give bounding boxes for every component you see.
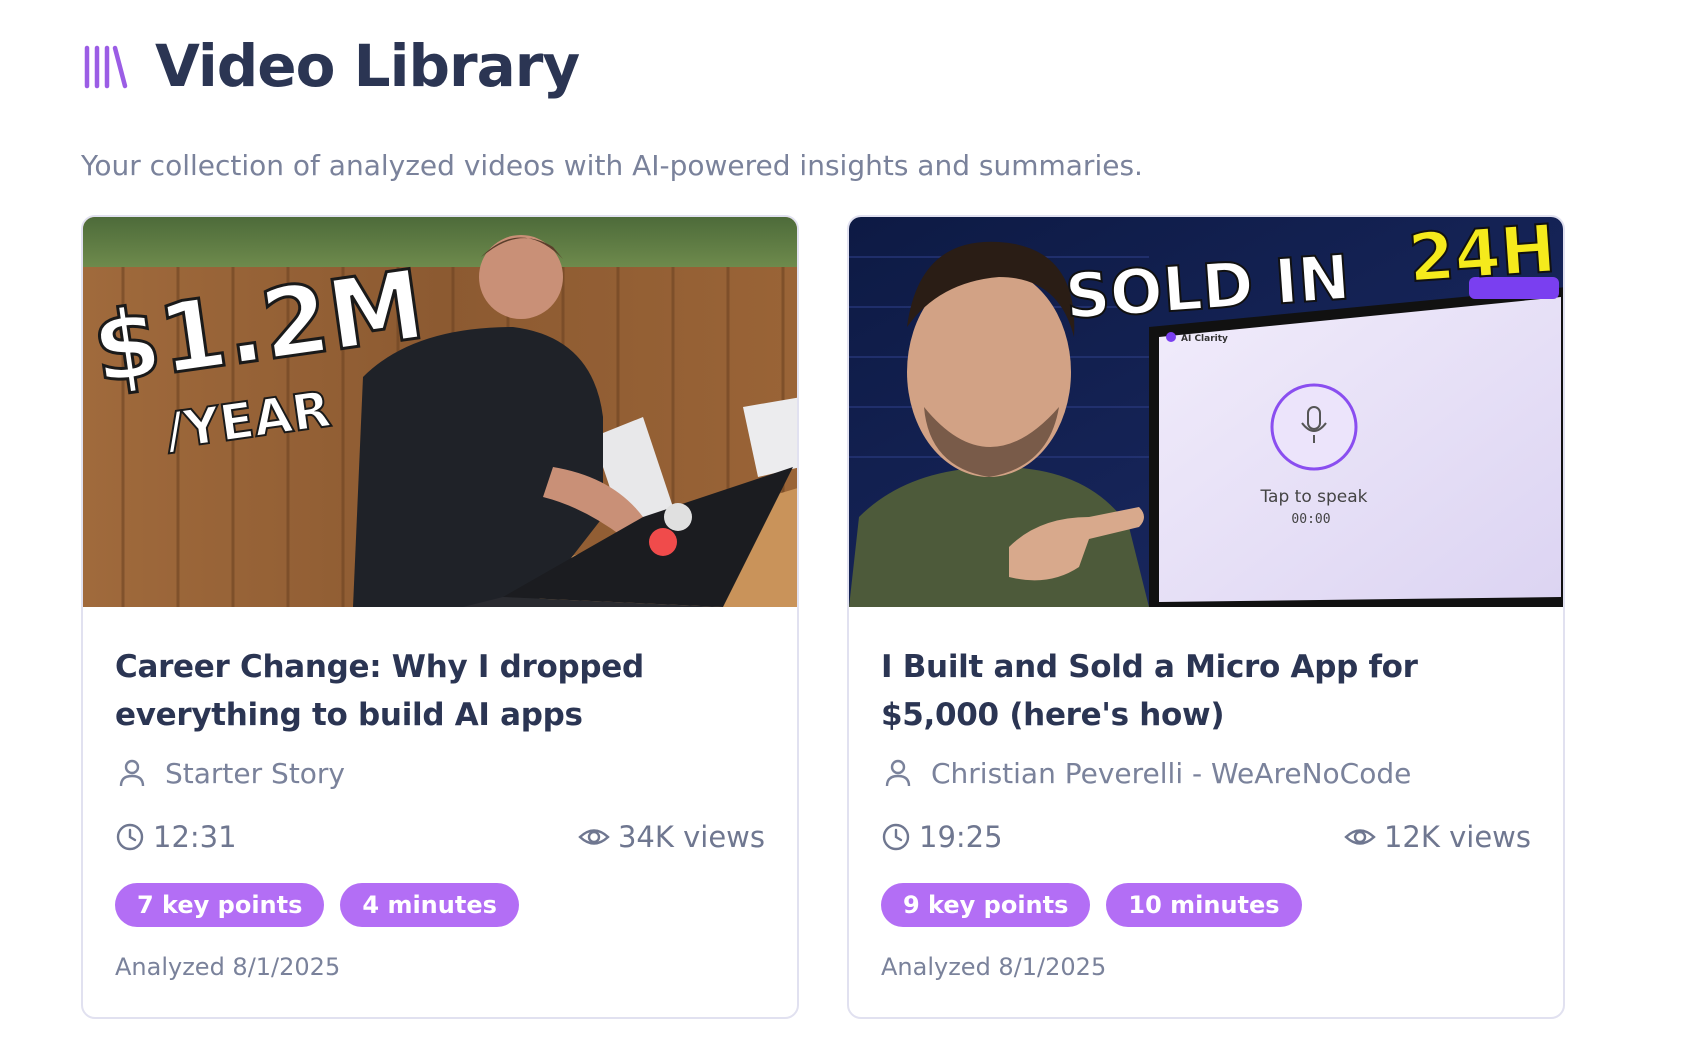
video-grid: $1.2M /YEAR Career Change: Why I dropped… (81, 215, 1565, 1019)
channel-row: Christian Peverelli - WeAreNoCode (881, 753, 1531, 793)
duration-value: 12:31 (153, 820, 237, 854)
screen-brand: AI Clarity (1181, 334, 1228, 344)
tag-list: 7 key points 4 minutes (115, 883, 765, 927)
user-icon (119, 759, 145, 787)
screen-timer: 00:00 (1291, 512, 1330, 527)
card-body: Career Change: Why I dropped everything … (83, 607, 797, 981)
tag-list: 9 key points 10 minutes (881, 883, 1531, 927)
card-body: I Built and Sold a Micro App for $5,000 … (849, 607, 1563, 981)
read-time-badge: 4 minutes (340, 883, 519, 927)
channel-name: Starter Story (165, 756, 346, 790)
eye-icon (1344, 829, 1376, 845)
video-meta: 19:25 12K views (881, 817, 1531, 857)
views-value: 12K views (1383, 820, 1531, 854)
channel-name: Christian Peverelli - WeAreNoCode (931, 756, 1412, 790)
duration: 12:31 (115, 820, 237, 854)
views: 34K views (578, 820, 765, 854)
video-card[interactable]: AI Clarity Tap to speak 00:00 SOLD IN 24… (847, 215, 1565, 1019)
video-meta: 12:31 34K views (115, 817, 765, 857)
page-subtitle: Your collection of analyzed videos with … (81, 149, 1143, 182)
video-title[interactable]: Career Change: Why I dropped everything … (115, 643, 765, 739)
video-title[interactable]: I Built and Sold a Micro App for $5,000 … (881, 643, 1531, 739)
clock-icon (882, 823, 910, 851)
library-icon (81, 40, 133, 92)
page-header: Video Library (81, 34, 1702, 98)
read-time-badge: 10 minutes (1106, 883, 1302, 927)
video-thumbnail[interactable]: AI Clarity Tap to speak 00:00 SOLD IN 24… (849, 217, 1563, 607)
duration-value: 19:25 (919, 820, 1003, 854)
key-points-badge: 9 key points (881, 883, 1091, 927)
views: 12K views (1344, 820, 1531, 854)
clock-icon (116, 823, 144, 851)
screen-caption: Tap to speak (1259, 487, 1367, 507)
video-thumbnail[interactable]: $1.2M /YEAR (83, 217, 797, 607)
video-library-page: Video Library Your collection of analyze… (0, 0, 1702, 1064)
eye-icon (578, 829, 610, 845)
thumbnail-accent: 24H (1406, 217, 1558, 297)
channel-row: Starter Story (115, 753, 765, 793)
video-card[interactable]: $1.2M /YEAR Career Change: Why I dropped… (81, 215, 799, 1019)
views-value: 34K views (617, 820, 765, 854)
analyzed-date: Analyzed 8/1/2025 (881, 953, 1107, 981)
key-points-badge: 7 key points (115, 883, 325, 927)
user-icon (885, 759, 911, 787)
analyzed-date: Analyzed 8/1/2025 (115, 953, 341, 981)
page-title: Video Library (155, 32, 580, 100)
duration: 19:25 (881, 820, 1003, 854)
